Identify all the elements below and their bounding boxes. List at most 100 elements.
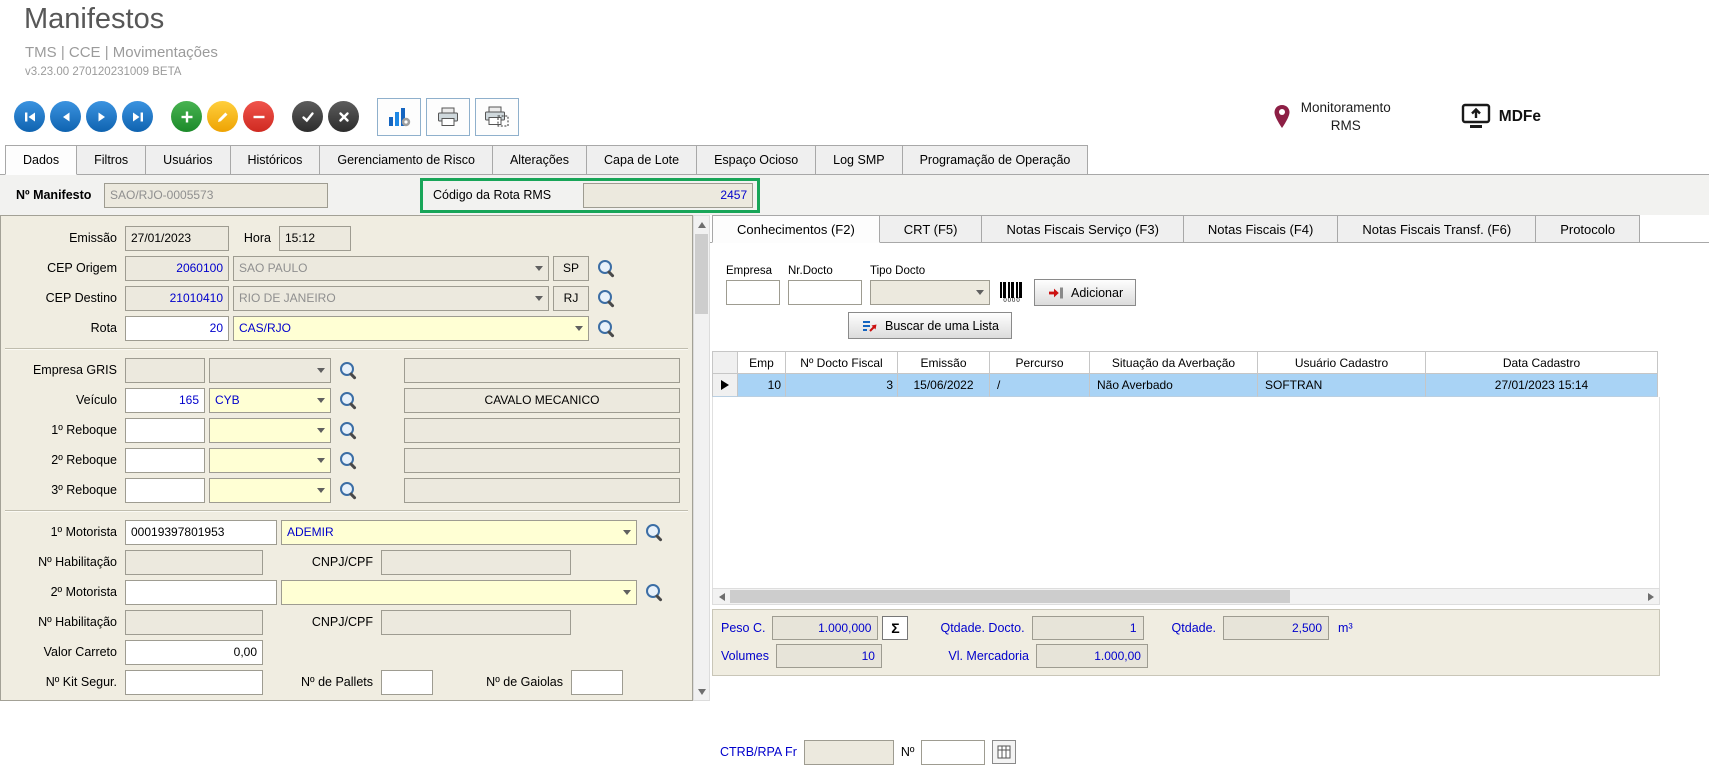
cep-destino-search-button[interactable]: [593, 286, 619, 311]
vl-mercadoria-input[interactable]: 1.000,00: [1036, 644, 1148, 668]
cep-origem-search-button[interactable]: [593, 256, 619, 281]
edit-record-button[interactable]: [207, 101, 238, 132]
qtd-docto-input[interactable]: 1: [1032, 616, 1144, 640]
vertical-scrollbar[interactable]: [693, 215, 710, 701]
motorista1-search-button[interactable]: [641, 520, 667, 545]
barcode-button[interactable]: 0000: [998, 280, 1026, 306]
veiculo-placa-combo[interactable]: CYB: [209, 388, 331, 413]
confirm-button[interactable]: [292, 101, 323, 132]
print-preview-button[interactable]: [475, 98, 519, 136]
rota-codigo-input[interactable]: 20: [125, 316, 229, 341]
print-button[interactable]: [426, 98, 470, 136]
scroll-right-button[interactable]: [1642, 589, 1659, 604]
reboque3-placa-combo[interactable]: [209, 478, 331, 503]
valor-carreto-input[interactable]: 0,00: [125, 640, 263, 665]
veiculo-descricao-box[interactable]: CAVALO MECANICO: [404, 388, 680, 413]
reboque2-search-button[interactable]: [335, 448, 361, 473]
cep-destino-uf-input[interactable]: RJ: [553, 286, 589, 311]
tab-espaco-ocioso[interactable]: Espaço Ocioso: [696, 145, 816, 174]
motorista1-nome-combo[interactable]: ADEMIR: [281, 520, 637, 545]
habilitacao1-input[interactable]: [125, 550, 263, 575]
tab-log-smp[interactable]: Log SMP: [815, 145, 902, 174]
cep-destino-input[interactable]: 21010410: [125, 286, 229, 311]
motorista2-nome-combo[interactable]: [281, 580, 637, 605]
reboque3-descricao-box[interactable]: [404, 478, 680, 503]
cep-origem-uf-input[interactable]: SP: [553, 256, 589, 281]
tab-programacao-de-operacao[interactable]: Programação de Operação: [902, 145, 1089, 174]
numero-input[interactable]: [921, 740, 985, 765]
reboque2-descricao-box[interactable]: [404, 448, 680, 473]
rota-nome-combo[interactable]: CAS/RJO: [233, 316, 589, 341]
gaiolas-input[interactable]: [571, 670, 623, 695]
scroll-left-button[interactable]: [713, 589, 730, 604]
tab-usuarios[interactable]: Usuários: [145, 145, 230, 174]
mdfe-button[interactable]: MDFe: [1461, 103, 1541, 130]
habilitacao2-input[interactable]: [125, 610, 263, 635]
previous-record-button[interactable]: [50, 101, 81, 132]
rota-rms-input[interactable]: 2457: [583, 183, 753, 208]
vertical-scrollbar-thumb[interactable]: [695, 234, 708, 314]
tipodocto-combo[interactable]: [870, 280, 990, 305]
tab-gerenciamento-de-risco[interactable]: Gerenciamento de Risco: [319, 145, 493, 174]
empresa-gris-search-button[interactable]: [335, 358, 361, 383]
empresa-input[interactable]: [726, 280, 780, 305]
adicionar-button[interactable]: Adicionar: [1034, 279, 1136, 306]
cnpj2-input[interactable]: [381, 610, 571, 635]
horizontal-scrollbar[interactable]: [712, 588, 1660, 605]
tab-filtros[interactable]: Filtros: [76, 145, 146, 174]
reboque1-codigo-input[interactable]: [125, 418, 205, 443]
reboque3-search-button[interactable]: [335, 478, 361, 503]
tab-notas-fiscais-transf[interactable]: Notas Fiscais Transf. (F6): [1337, 215, 1536, 242]
tab-capa-de-lote[interactable]: Capa de Lote: [586, 145, 697, 174]
manifesto-input[interactable]: SAO/RJO-0005573: [104, 183, 328, 208]
qtd-input[interactable]: 2,500: [1223, 616, 1329, 640]
tab-protocolo[interactable]: Protocolo: [1535, 215, 1640, 242]
empresa-gris-codigo-input[interactable]: [125, 358, 205, 383]
cancel-button[interactable]: [328, 101, 359, 132]
ctrb-input[interactable]: [804, 740, 894, 765]
sigma-button[interactable]: Σ: [882, 616, 908, 640]
cep-origem-input[interactable]: 2060100: [125, 256, 229, 281]
scroll-down-button[interactable]: [694, 683, 709, 700]
peso-input[interactable]: 1.000,000: [772, 616, 878, 640]
reboque1-descricao-box[interactable]: [404, 418, 680, 443]
tab-conhecimentos[interactable]: Conhecimentos (F2): [712, 215, 880, 243]
empresa-gris-descricao-box[interactable]: [404, 358, 680, 383]
kit-segur-input[interactable]: [125, 670, 263, 695]
cep-origem-cidade-combo[interactable]: SAO PAULO: [233, 256, 549, 281]
tab-notas-fiscais-servico[interactable]: Notas Fiscais Serviço (F3): [981, 215, 1183, 242]
ctrb-lookup-button[interactable]: [992, 740, 1016, 764]
reboque3-codigo-input[interactable]: [125, 478, 205, 503]
add-record-button[interactable]: [171, 101, 202, 132]
nrdocto-input[interactable]: [788, 280, 862, 305]
veiculo-search-button[interactable]: [335, 388, 361, 413]
scroll-up-button[interactable]: [694, 216, 709, 233]
tab-crt[interactable]: CRT (F5): [879, 215, 983, 242]
empresa-gris-combo[interactable]: [209, 358, 331, 383]
first-record-button[interactable]: [14, 101, 45, 132]
table-row[interactable]: 10 3 15/06/2022 / Não Averbado SOFTRAN 2…: [712, 374, 1660, 397]
cep-destino-cidade-combo[interactable]: RIO DE JANEIRO: [233, 286, 549, 311]
reboque2-codigo-input[interactable]: [125, 448, 205, 473]
motorista2-search-button[interactable]: [641, 580, 667, 605]
next-record-button[interactable]: [86, 101, 117, 132]
buscar-lista-button[interactable]: Buscar de uma Lista: [848, 312, 1012, 339]
reboque1-placa-combo[interactable]: [209, 418, 331, 443]
reboque2-placa-combo[interactable]: [209, 448, 331, 473]
cnpj1-input[interactable]: [381, 550, 571, 575]
reboque1-search-button[interactable]: [335, 418, 361, 443]
delete-record-button[interactable]: [243, 101, 274, 132]
chart-button[interactable]: [377, 98, 421, 136]
monitoramento-rms-button[interactable]: Monitoramento RMS: [1272, 99, 1391, 134]
volumes-input[interactable]: 10: [776, 644, 882, 668]
tab-alteracoes[interactable]: Alterações: [492, 145, 587, 174]
pallets-input[interactable]: [381, 670, 433, 695]
emissao-input[interactable]: 27/01/2023: [125, 226, 229, 251]
hora-input[interactable]: 15:12: [279, 226, 351, 251]
rota-search-button[interactable]: [593, 316, 619, 341]
motorista2-documento-input[interactable]: [125, 580, 277, 605]
tab-historicos[interactable]: Históricos: [230, 145, 321, 174]
horizontal-scrollbar-thumb[interactable]: [730, 590, 1290, 603]
motorista1-documento-input[interactable]: 00019397801953: [125, 520, 277, 545]
tab-notas-fiscais[interactable]: Notas Fiscais (F4): [1183, 215, 1338, 242]
